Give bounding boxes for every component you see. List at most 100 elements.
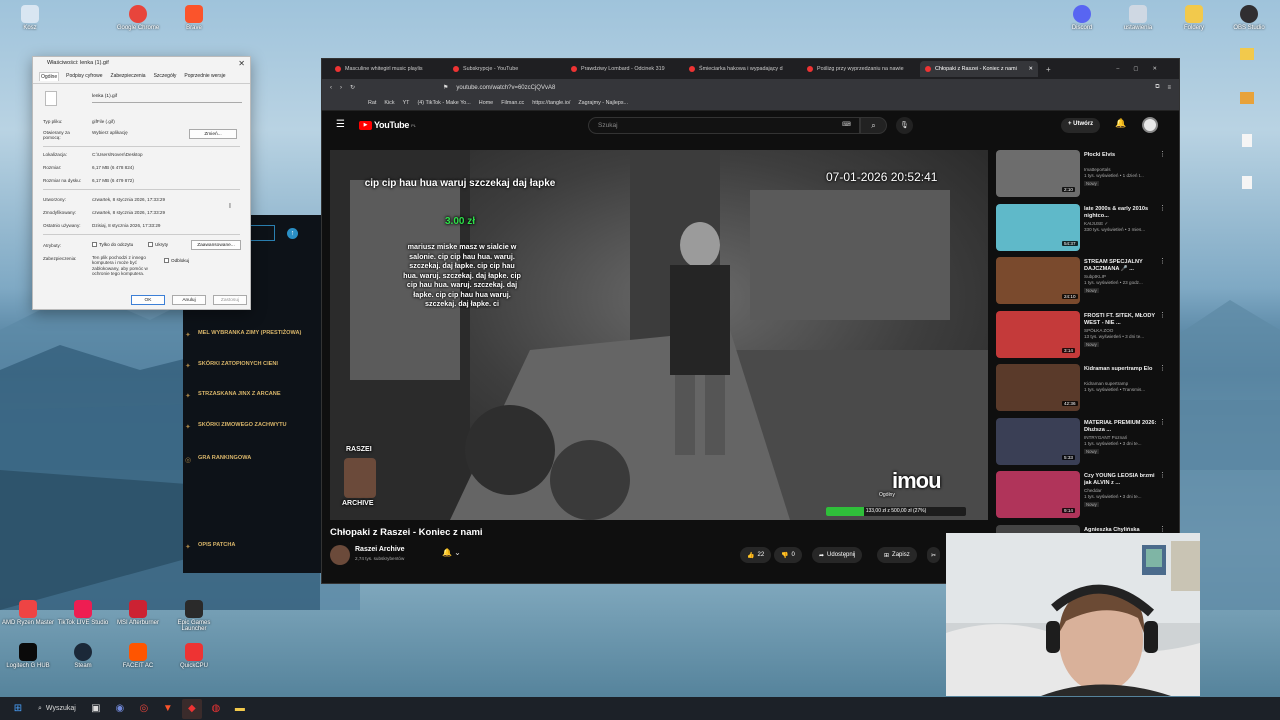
- window-controls[interactable]: –▢✕: [1116, 66, 1171, 72]
- filename-field[interactable]: lenka (1).gif: [92, 94, 242, 103]
- file-icon[interactable]: [1240, 92, 1254, 104]
- launcher-patch-notes[interactable]: ✦ OPIS PATCHA: [185, 542, 235, 551]
- more-options-icon[interactable]: ⋮: [1159, 311, 1166, 319]
- search-input[interactable]: Szukaj: [588, 117, 860, 134]
- channel-avatar[interactable]: [330, 545, 350, 565]
- more-options-icon[interactable]: ⋮: [1159, 204, 1166, 212]
- tab-signatures[interactable]: Podpisy cyfrowe: [65, 72, 103, 81]
- reload-icon[interactable]: ↻: [350, 84, 355, 91]
- start-button[interactable]: ⊞: [8, 699, 28, 719]
- unblock-checkbox[interactable]: Odblokuj: [164, 258, 189, 263]
- browser-tab-active[interactable]: Chłopaki z Raszei - Koniec z nami ✕: [920, 61, 1038, 77]
- tab-security[interactable]: Zabezpieczenia: [110, 72, 147, 81]
- taskview-icon[interactable]: ▣: [86, 699, 106, 719]
- recommended-channel[interactable]: SPÓŁKA ZOO: [1084, 328, 1168, 333]
- recommended-channel[interactable]: Kidraman supertramp: [1084, 381, 1168, 386]
- bookmark-item[interactable]: (4) TikTok - Make Yo...: [417, 100, 470, 106]
- launcher-menu-item[interactable]: ✦ SKÓRKI ZATOPIONYCH CIENI: [185, 361, 278, 370]
- recommended-title[interactable]: late 2000s & early 2010s nightco...: [1084, 206, 1162, 220]
- desktop-icon-epic[interactable]: Epic Games Launcher: [166, 600, 222, 632]
- browser-tab[interactable]: Poślizg przy wyprzedzaniu na nawie: [802, 61, 920, 77]
- close-tab-icon[interactable]: ✕: [1028, 66, 1033, 72]
- forward-icon[interactable]: ›: [340, 85, 342, 91]
- desktop-icon-faceit[interactable]: FACEIT AC: [110, 643, 166, 669]
- recommended-video[interactable]: 42:36 Kidraman supertramp Elo Kidraman sup…: [996, 364, 1176, 418]
- bookmark-item[interactable]: Filman.cc: [501, 100, 524, 106]
- recording-icon[interactable]: ◍: [206, 699, 226, 719]
- bookmark-item[interactable]: Home: [479, 100, 493, 106]
- desktop-icon-settings[interactable]: ustawienia: [1110, 5, 1166, 31]
- change-button[interactable]: Zmień...: [189, 129, 237, 139]
- notifications-bell-icon[interactable]: 🔔 ⌄: [442, 548, 461, 557]
- tab-details[interactable]: Szczegóły: [153, 72, 178, 81]
- desktop-icon-discord[interactable]: Discord: [1054, 5, 1110, 31]
- recommended-channel[interactable]: SubptKLIP: [1084, 274, 1168, 279]
- voice-search-button[interactable]: 🎙: [896, 117, 913, 134]
- like-button[interactable]: 👍 22: [740, 547, 772, 563]
- launcher-menu-item[interactable]: ✦ SKÓRKI ZIMOWEGO ZACHWYTU: [185, 422, 287, 431]
- desktop-icon-brave[interactable]: Brave: [166, 5, 222, 31]
- desktop-icon-folder[interactable]: Foldery: [1166, 5, 1222, 31]
- browser-tab[interactable]: Prawdziwy Lombard - Odcinek 319: [566, 61, 684, 77]
- bookmark-item[interactable]: https://tangle.io/: [532, 100, 570, 106]
- browser-tab[interactable]: Masculine whitegirl music playlis: [330, 61, 448, 77]
- desktop-icon-msi[interactable]: MSI Afterburner: [110, 600, 166, 626]
- notifications-bell-icon[interactable]: 🔔: [1115, 118, 1126, 129]
- recommended-video[interactable]: 9:14 Czy YOUNG LEOSIA brzmi jak ALVIN z .…: [996, 471, 1176, 525]
- recommended-channel[interactable]: Imatteportals: [1084, 167, 1168, 172]
- create-button[interactable]: + Utwórz: [1061, 118, 1101, 133]
- apply-button[interactable]: Zastosuj: [213, 295, 247, 305]
- readonly-checkbox[interactable]: Tylko do odczytu: [92, 242, 133, 247]
- hamburger-menu-icon[interactable]: ☰: [336, 119, 345, 130]
- desktop-icon-chrome[interactable]: Google Chrome: [110, 5, 166, 31]
- tab-previous-versions[interactable]: Poprzednie wersje: [183, 72, 226, 81]
- bookmark-item[interactable]: Kick: [384, 100, 394, 106]
- youtube-logo[interactable]: ▶ YouTube PL: [359, 120, 416, 130]
- recommended-title[interactable]: STREAM SPECJALNY DAJCZMANA 🎤 ...: [1084, 259, 1162, 273]
- recommended-video[interactable]: 24:10 STREAM SPECJALNY DAJCZMANA 🎤 ... Sub…: [996, 257, 1176, 311]
- desktop-icon-logitech[interactable]: Logitech G HUB: [0, 643, 56, 669]
- game-launcher-icon[interactable]: ◆: [181, 698, 202, 719]
- more-options-icon[interactable]: ⋮: [1159, 150, 1166, 158]
- recommended-channel[interactable]: INTRYGANT Poznań: [1084, 435, 1168, 440]
- channel-name[interactable]: Raszei Archive: [355, 546, 405, 553]
- desktop-icon-amd[interactable]: AMD Ryzen Master: [0, 600, 56, 626]
- recommended-title[interactable]: Płocki Elvis: [1084, 152, 1162, 159]
- close-icon[interactable]: ✕: [238, 59, 245, 68]
- menu-icon[interactable]: ≡: [1167, 85, 1171, 91]
- more-options-icon[interactable]: ⋮: [1159, 471, 1166, 479]
- recommended-title[interactable]: Czy YOUNG LEOSIA brzmi jak ALVIN z ...: [1084, 473, 1162, 487]
- save-button[interactable]: ⊞ Zapisz: [877, 547, 917, 563]
- video-player[interactable]: cip cip hau hua waruj szczekaj daj łapke…: [330, 150, 988, 520]
- browser-tab[interactable]: Subskrypcje - YouTube: [448, 61, 566, 77]
- recommended-video[interactable]: 54:37 late 2000s & early 2010s nightco...…: [996, 203, 1176, 258]
- document-icon[interactable]: [1242, 176, 1252, 189]
- discord-icon[interactable]: ◉: [110, 699, 130, 719]
- recommended-channel[interactable]: Cheddar: [1084, 488, 1168, 493]
- recommended-video[interactable]: 3:14 FROSTI FT. SITEK, MŁODY WEST - NIE .…: [996, 310, 1176, 365]
- more-options-icon[interactable]: ⋮: [1159, 364, 1166, 372]
- more-options-icon[interactable]: ⋮: [1159, 525, 1166, 533]
- bookmark-item[interactable]: Rat: [368, 100, 376, 106]
- dislike-button[interactable]: 👎 0: [774, 547, 802, 563]
- file-explorer-icon[interactable]: ▬: [230, 699, 250, 719]
- launcher-menu-item[interactable]: ✦ STRZASKANA JINX Z ARCANE: [185, 391, 281, 400]
- search-button[interactable]: ⌕: [860, 117, 887, 134]
- url-field[interactable]: youtube.com/watch?v=60zcCjQVvA8: [456, 85, 1147, 91]
- keyboard-icon[interactable]: ⌨: [842, 121, 851, 128]
- launcher-menu-item[interactable]: ✦ MEL WYBRANKA ZIMY (PRESTIŻOWA): [185, 330, 301, 339]
- ok-button[interactable]: OK: [131, 295, 165, 305]
- recommended-title[interactable]: FROSTI FT. SITEK, MŁODY WEST - NIE ...: [1084, 313, 1162, 327]
- brave-icon[interactable]: ▼: [158, 699, 178, 719]
- advanced-button[interactable]: Zaawansowane...: [191, 240, 241, 250]
- clip-button[interactable]: ✂: [927, 547, 941, 563]
- launcher-menu-item[interactable]: ◎ GRA RANKINGOWA: [185, 455, 251, 464]
- recommended-title[interactable]: MATERIAŁ PREMIUM 2026: Dłuższa ...: [1084, 420, 1162, 434]
- new-tab-button[interactable]: +: [1046, 65, 1051, 74]
- share-button[interactable]: ➦ Udostępnij: [812, 547, 863, 563]
- avatar[interactable]: [1142, 117, 1158, 133]
- desktop-icon-kosz[interactable]: Kosz: [2, 5, 58, 31]
- hidden-checkbox[interactable]: Ukryty: [148, 242, 168, 247]
- back-icon[interactable]: ‹: [330, 85, 332, 91]
- recommended-title[interactable]: Kidraman supertramp Elo: [1084, 366, 1162, 373]
